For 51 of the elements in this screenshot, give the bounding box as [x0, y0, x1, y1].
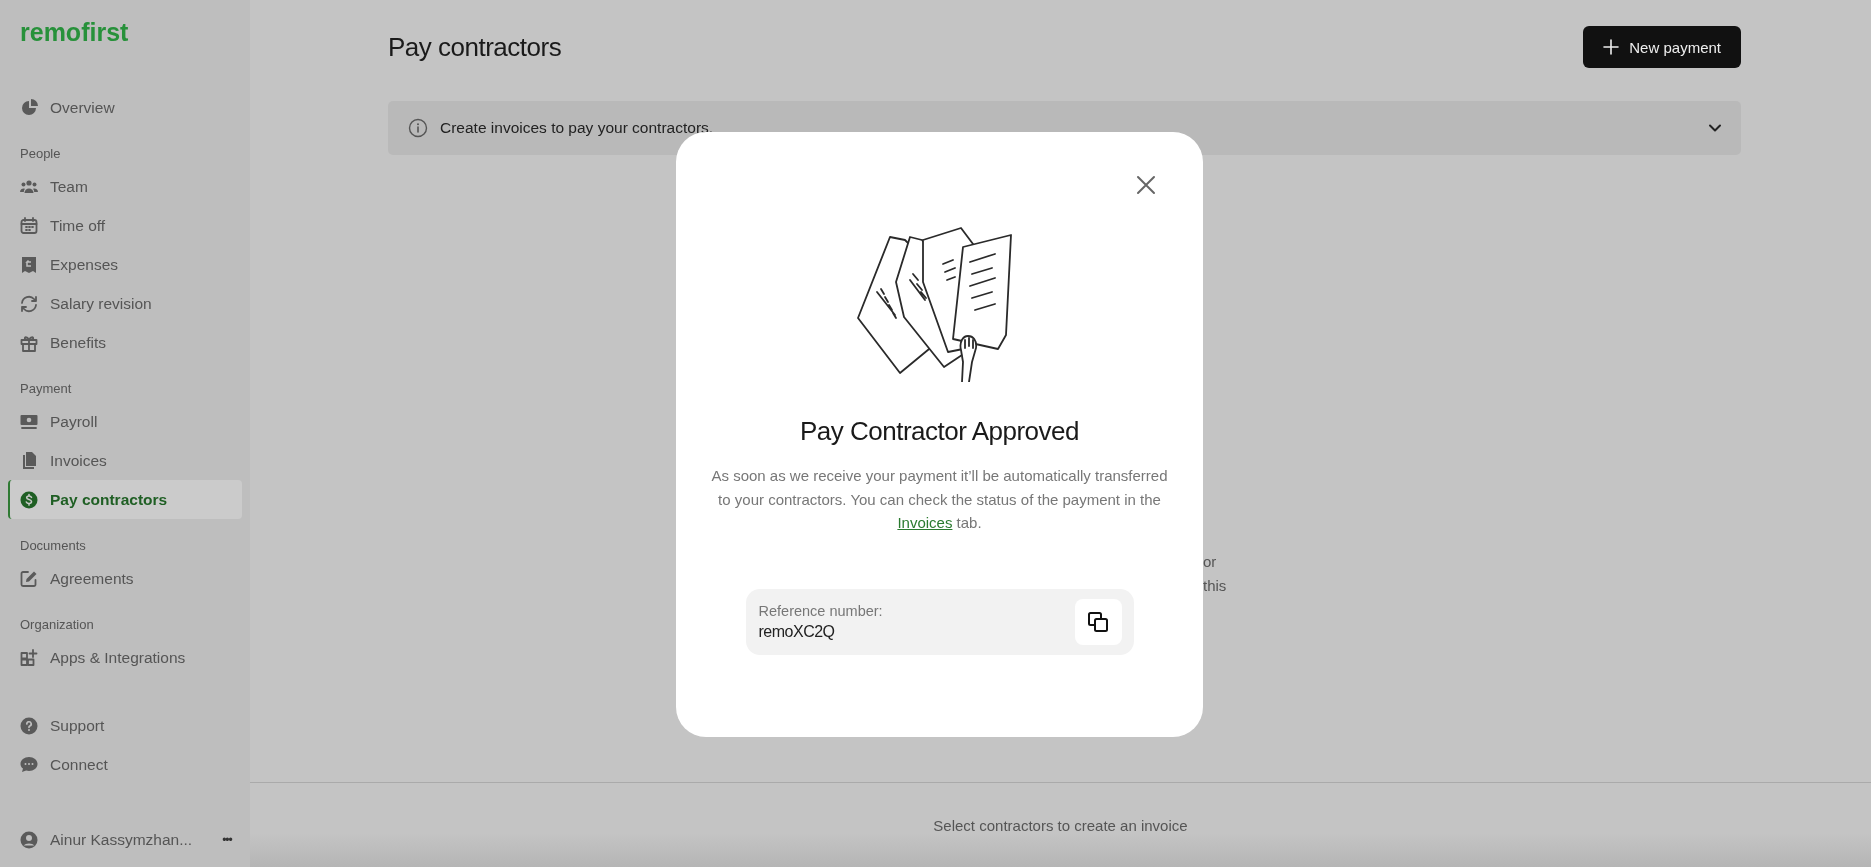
- documents-icon: [20, 451, 38, 470]
- reference-value: remoXC2Q: [758, 622, 835, 641]
- nav-item[interactable]: Agreements: [8, 559, 242, 598]
- receipt-icon: [20, 255, 38, 274]
- calendar-icon: [20, 216, 38, 235]
- section-heading: Organization: [20, 617, 94, 632]
- nav-item[interactable]: Pay contractors: [8, 480, 242, 519]
- chat-bubble-icon: [20, 755, 38, 774]
- new-payment-button[interactable]: New payment: [1583, 26, 1741, 68]
- page-title: Pay contractors: [388, 31, 562, 63]
- banner-text: Create invoices to pay your contractors.: [440, 119, 715, 137]
- dollar-circle-icon: [20, 490, 38, 509]
- more-button[interactable]: •••: [218, 833, 236, 847]
- section-heading: Payment: [20, 381, 72, 396]
- plus-icon: [1603, 39, 1620, 55]
- dialog-title: Pay Contractor Approved: [800, 416, 1079, 447]
- invoices-link[interactable]: Invoices: [897, 514, 953, 531]
- nav-item[interactable]: Payroll: [8, 402, 242, 441]
- copy-icon: [1087, 610, 1109, 633]
- nav-item[interactable]: Salary revision: [8, 284, 242, 323]
- copy-button[interactable]: [1074, 598, 1122, 645]
- nav-item[interactable]: Team: [8, 167, 242, 206]
- edit-icon: [20, 569, 38, 588]
- text-fragment: this: [1203, 576, 1227, 596]
- apps-plus-icon: [20, 648, 38, 667]
- nav-item[interactable]: Expenses: [8, 245, 242, 284]
- people-icon: [20, 177, 38, 196]
- close-button[interactable]: [1136, 175, 1156, 195]
- nav-item[interactable]: Apps & Integrations: [8, 638, 242, 677]
- reference-label: Reference number:: [758, 602, 883, 619]
- dialog-message: As soon as we receive your payment it’ll be automatically transferred to your contractors. You can check the status of the payment in the Invoices tab.: [710, 466, 1169, 533]
- help-icon: [20, 716, 38, 735]
- nav-item[interactable]: Support: [8, 706, 242, 745]
- gift-icon: [20, 333, 38, 352]
- nav-item[interactable]: Time off: [8, 206, 242, 245]
- nav-item[interactable]: Invoices: [8, 441, 242, 480]
- footer-text: Select contractors to create an invoice: [933, 816, 1188, 834]
- refresh-icon: [20, 294, 38, 313]
- info-icon: [408, 118, 428, 138]
- avatar-icon: [20, 831, 38, 849]
- pie-chart-icon: [20, 98, 38, 117]
- close-icon: [1136, 175, 1156, 195]
- logo[interactable]: remofirst: [20, 18, 129, 48]
- nav-item[interactable]: Overview: [8, 88, 242, 127]
- nav-item[interactable]: Benefits: [8, 323, 242, 362]
- nav-item[interactable]: Connect: [8, 745, 242, 784]
- banknote-icon: [20, 412, 38, 431]
- user-name[interactable]: Ainur Kassymzhan...: [50, 831, 193, 849]
- section-heading: People: [20, 146, 61, 161]
- text-fragment: or: [1203, 552, 1217, 572]
- section-heading: Documents: [20, 538, 86, 553]
